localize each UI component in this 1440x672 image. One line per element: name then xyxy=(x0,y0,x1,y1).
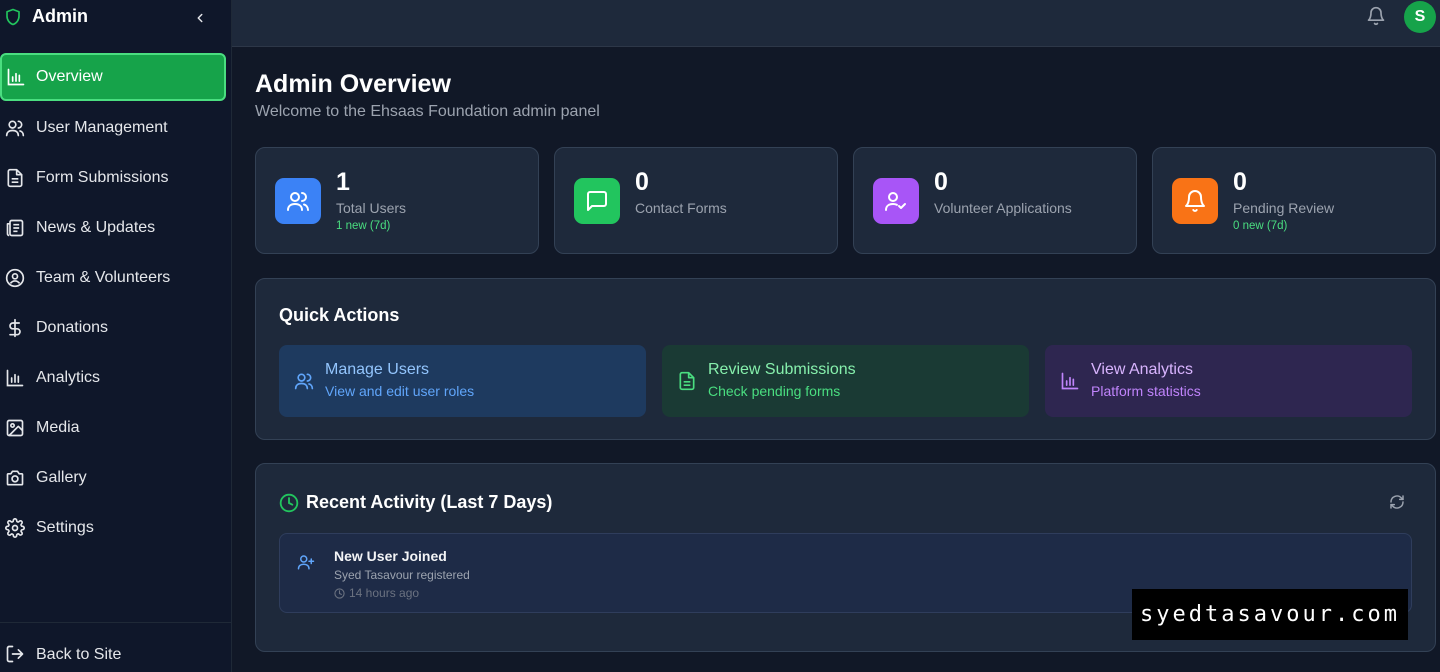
sidebar-item-label: Media xyxy=(36,419,80,436)
activity-description: Syed Tasavour registered xyxy=(334,568,470,582)
collapse-sidebar-button[interactable] xyxy=(190,8,210,28)
top-bar: S xyxy=(232,0,1440,47)
users-icon xyxy=(294,371,314,391)
action-subtitle: View and edit user roles xyxy=(325,383,475,399)
sidebar-item-label: Donations xyxy=(36,319,109,336)
sidebar: Admin Overview User Management Form Subm… xyxy=(0,0,232,672)
sidebar-item-label: Form Submissions xyxy=(36,169,169,186)
sidebar-divider xyxy=(0,622,232,623)
sidebar-item-label: Overview xyxy=(36,68,103,85)
sidebar-item-label: Analytics xyxy=(36,369,101,386)
sidebar-item-label: Settings xyxy=(36,519,94,536)
stat-subtext: 0 new (7d) xyxy=(1233,220,1288,232)
stat-label: Total Users xyxy=(336,200,407,216)
review-submissions-button[interactable]: Review Submissions Check pending forms xyxy=(662,345,1029,417)
logout-icon xyxy=(5,644,25,664)
stat-card-volunteer-applications: 0 Volunteer Applications xyxy=(853,147,1137,254)
user-circle-icon xyxy=(5,268,25,288)
sidebar-item-user-management[interactable]: User Management xyxy=(0,104,226,152)
action-title: Manage Users xyxy=(325,361,430,378)
page-title: Admin Overview xyxy=(255,70,451,98)
user-avatar[interactable]: S xyxy=(1404,1,1436,33)
activity-title: New User Joined xyxy=(334,548,447,564)
stat-label: Pending Review xyxy=(1233,200,1335,216)
users-icon xyxy=(275,178,321,224)
stat-card-total-users: 1 Total Users 1 new (7d) xyxy=(255,147,539,254)
stat-value: 0 xyxy=(635,168,649,196)
dollar-icon xyxy=(5,318,25,338)
sidebar-item-media[interactable]: Media xyxy=(0,404,226,452)
clock-icon xyxy=(334,587,345,599)
manage-users-button[interactable]: Manage Users View and edit user roles xyxy=(279,345,646,417)
refresh-icon[interactable] xyxy=(1389,494,1405,510)
user-check-icon xyxy=(873,178,919,224)
users-icon xyxy=(5,118,25,138)
stat-value: 0 xyxy=(934,168,948,196)
activity-time-label: 14 hours ago xyxy=(349,586,420,600)
action-subtitle: Platform statistics xyxy=(1091,383,1201,399)
shield-icon xyxy=(4,7,22,27)
stat-label: Contact Forms xyxy=(635,200,727,216)
stat-label: Volunteer Applications xyxy=(934,200,1072,216)
stat-value: 0 xyxy=(1233,168,1247,196)
bar-chart-icon xyxy=(6,67,26,87)
activity-time: 14 hours ago xyxy=(334,586,419,600)
sidebar-item-overview[interactable]: Overview xyxy=(0,53,226,101)
action-subtitle: Check pending forms xyxy=(708,383,841,399)
back-to-site-link[interactable]: Back to Site xyxy=(0,634,226,672)
action-title: Review Submissions xyxy=(708,361,856,378)
quick-actions-panel: Quick Actions Manage Users View and edit… xyxy=(255,278,1436,440)
user-plus-icon xyxy=(297,553,315,571)
notifications-bell-icon[interactable] xyxy=(1366,6,1386,26)
watermark: syedtasavour.com xyxy=(1132,589,1408,640)
brand-title: Admin xyxy=(32,6,88,26)
stat-subtext: 1 new (7d) xyxy=(336,220,391,232)
sidebar-item-gallery[interactable]: Gallery xyxy=(0,454,226,502)
message-icon xyxy=(574,178,620,224)
back-to-site-label: Back to Site xyxy=(36,646,122,663)
sidebar-item-label: Team & Volunteers xyxy=(36,269,171,286)
bar-chart-icon xyxy=(5,368,25,388)
chevron-left-icon xyxy=(197,13,203,23)
sidebar-item-analytics[interactable]: Analytics xyxy=(0,354,226,402)
sidebar-item-label: Gallery xyxy=(36,469,87,486)
document-icon xyxy=(677,371,697,391)
sidebar-item-form-submissions[interactable]: Form Submissions xyxy=(0,154,226,202)
bar-chart-icon xyxy=(1060,371,1080,391)
recent-activity-title: Recent Activity (Last 7 Days) xyxy=(306,492,553,512)
sidebar-item-settings[interactable]: Settings xyxy=(0,504,226,552)
page-subtitle: Welcome to the Ehsaas Foundation admin p… xyxy=(255,103,600,120)
gear-icon xyxy=(5,518,25,538)
view-analytics-button[interactable]: View Analytics Platform statistics xyxy=(1045,345,1412,417)
action-title: View Analytics xyxy=(1091,361,1193,378)
quick-actions-title: Quick Actions xyxy=(279,305,400,325)
sidebar-brand: Admin xyxy=(0,0,232,46)
clock-icon xyxy=(279,493,299,513)
image-icon xyxy=(5,418,25,438)
sidebar-item-label: User Management xyxy=(36,119,168,136)
stat-value: 1 xyxy=(336,168,350,196)
stat-card-pending-review: 0 Pending Review 0 new (7d) xyxy=(1152,147,1436,254)
sidebar-item-news-updates[interactable]: News & Updates xyxy=(0,204,226,252)
newspaper-icon xyxy=(5,218,25,238)
sidebar-item-donations[interactable]: Donations xyxy=(0,304,226,352)
stat-card-contact-forms: 0 Contact Forms xyxy=(554,147,838,254)
document-icon xyxy=(5,168,25,188)
sidebar-item-team-volunteers[interactable]: Team & Volunteers xyxy=(0,254,226,302)
camera-icon xyxy=(5,468,25,488)
bell-icon xyxy=(1172,178,1218,224)
sidebar-item-label: News & Updates xyxy=(36,219,156,236)
